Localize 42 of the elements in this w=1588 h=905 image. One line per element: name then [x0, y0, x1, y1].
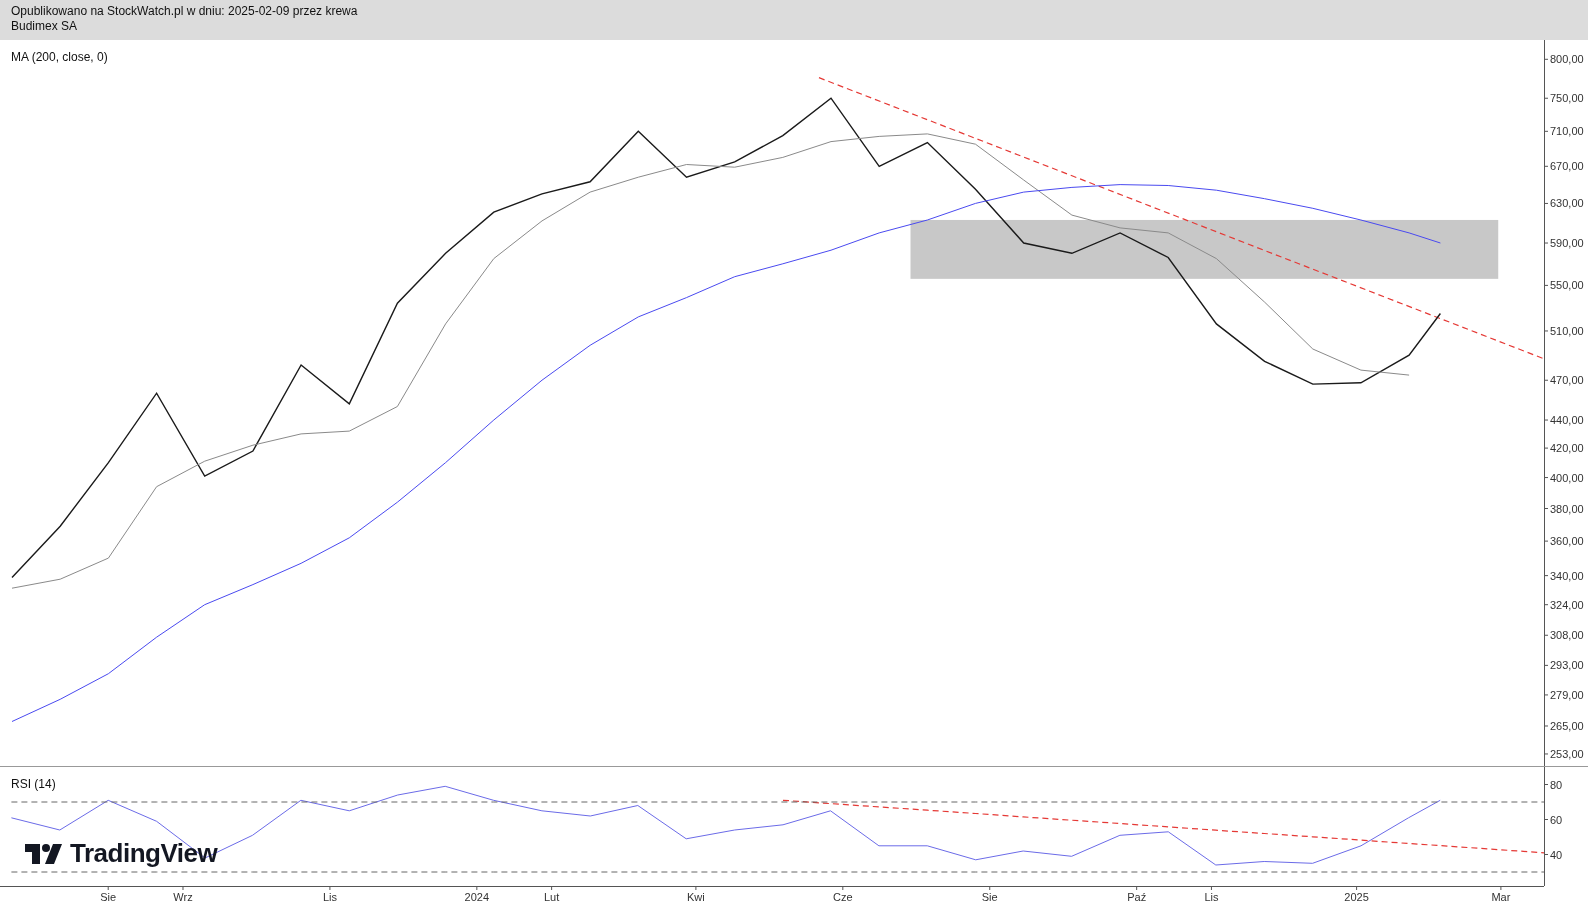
axis-label: 253,00 [1550, 747, 1584, 760]
axis-label: Wrz [173, 891, 193, 903]
axis-label: Lis [322, 891, 337, 903]
axis-label: 420,00 [1550, 442, 1584, 455]
axis-label: 670,00 [1550, 160, 1584, 173]
axis-label: 750,00 [1550, 92, 1584, 105]
axis-label: Sie [100, 891, 117, 903]
axis-label: 80 [1550, 778, 1563, 791]
axis-label: 340,00 [1550, 569, 1584, 582]
axis-label: Sie [981, 891, 998, 903]
indicator-legend: MA (200, close, 0) [11, 50, 108, 64]
axis-label: 279,00 [1550, 688, 1584, 701]
axis-label: Kwi [687, 891, 705, 903]
axis-label: 40 [1550, 848, 1563, 861]
axis-label: 265,00 [1550, 720, 1584, 732]
axis-label: 800,00 [1550, 53, 1584, 66]
axis-label: 308,00 [1550, 629, 1584, 642]
logo-text: TradingView [70, 838, 218, 869]
axis-label: 440,00 [1550, 414, 1584, 427]
axis-label: 324,00 [1550, 598, 1584, 611]
axis-label: 360,00 [1550, 535, 1584, 548]
axis-label: 2025 [1344, 891, 1369, 903]
axis-label: 630,00 [1550, 197, 1584, 210]
axis-label: Mar [1491, 891, 1511, 903]
axis-label: 293,00 [1550, 659, 1584, 672]
header-text: Opublikowano na StockWatch.pl w dniu: 2025-02-09 przez krewa [11, 4, 359, 19]
axis-label: Cze [833, 891, 853, 903]
axis-label: 710,00 [1550, 125, 1584, 138]
axis-label: 2024 [464, 891, 490, 903]
axis-label: 510,00 [1550, 324, 1584, 337]
axis-label: 60 [1550, 813, 1563, 826]
indicator-legend: RSI (14) [11, 777, 56, 791]
axis-label: Lut [543, 891, 560, 903]
axis-label: 470,00 [1550, 374, 1584, 387]
logo-icon [25, 843, 62, 864]
axis-label: 590,00 [1550, 237, 1584, 250]
axis-label: 400,00 [1550, 471, 1584, 484]
axis-label: 380,00 [1550, 502, 1584, 515]
header-text: Budimex SA [11, 19, 79, 34]
axis-label: 550,00 [1550, 279, 1584, 292]
axis-label: Lis [1204, 891, 1219, 903]
axis-label: Paź [1127, 891, 1147, 903]
